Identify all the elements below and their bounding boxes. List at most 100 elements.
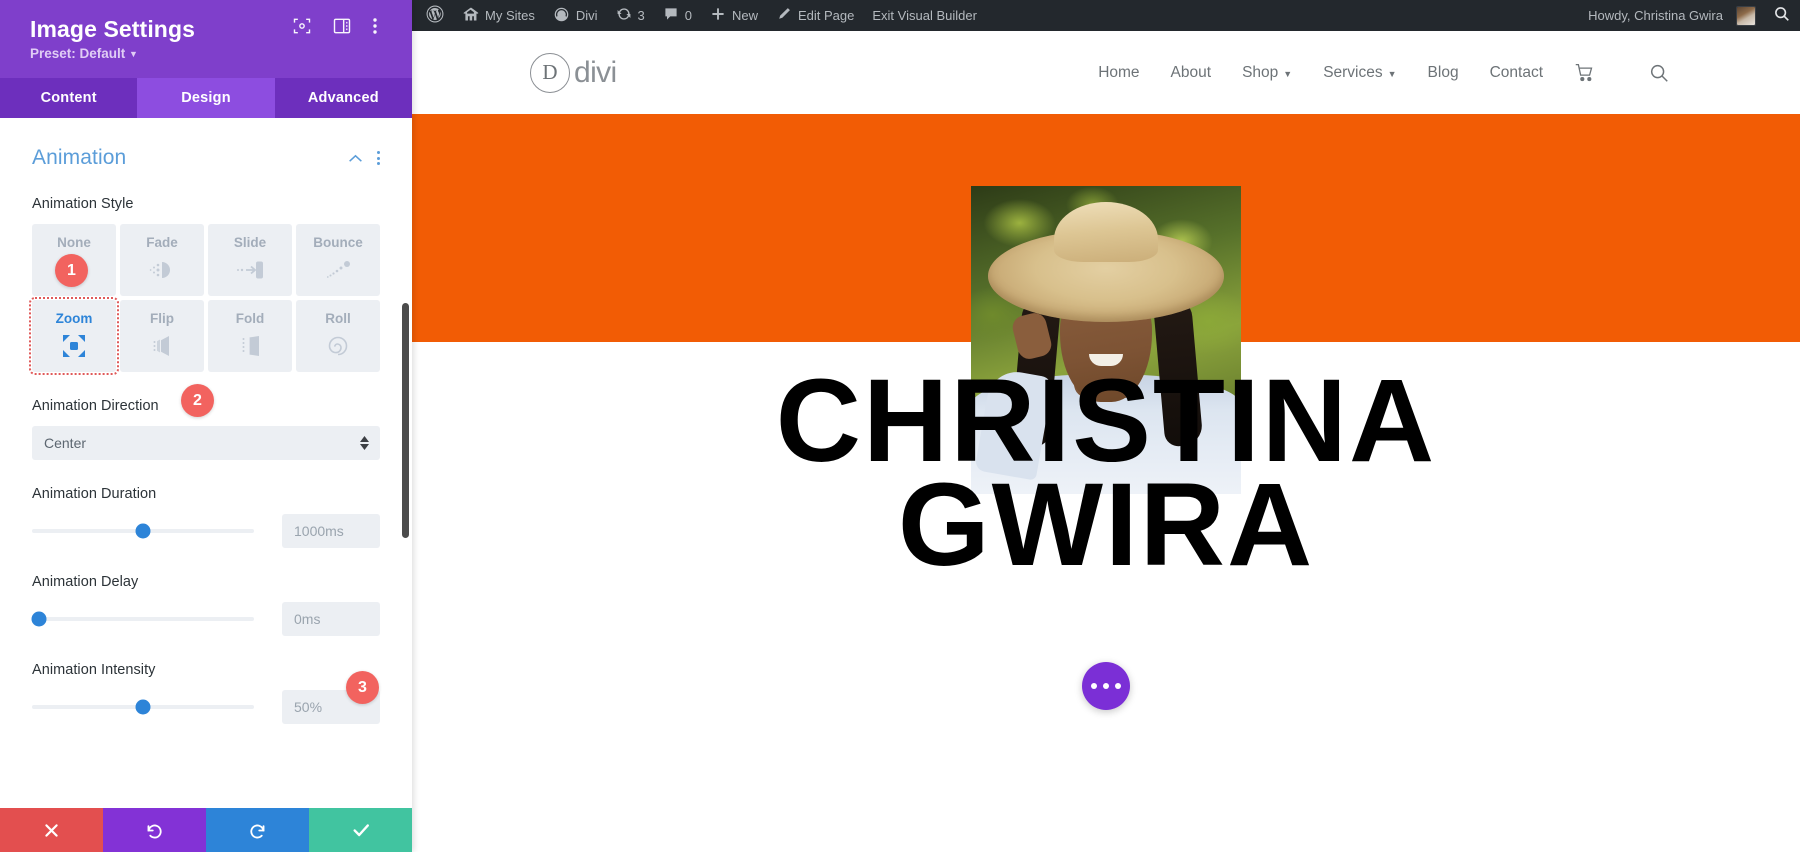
shopping-cart-icon[interactable] xyxy=(1574,62,1595,83)
animation-intensity-slider[interactable] xyxy=(32,699,254,715)
hero-title-block: CHRISTINA GWIRA xyxy=(412,342,1800,710)
image-settings-panel: Image Settings Preset: Default ▼ Content… xyxy=(0,0,412,852)
adminbar-exit-label: Exit Visual Builder xyxy=(872,8,977,23)
fold-icon xyxy=(236,331,264,361)
undo-button[interactable] xyxy=(103,808,206,852)
tab-design[interactable]: Design xyxy=(137,78,275,118)
panel-header: Image Settings Preset: Default ▼ xyxy=(0,0,412,78)
animation-style-grid: None Fade Slide Bounce Zoom Flip Fold Ro… xyxy=(29,224,380,375)
site-header: D divi Home About Shop ▼ Services ▼ Blog… xyxy=(412,31,1800,114)
comments-icon xyxy=(663,6,679,25)
sort-arrows-icon xyxy=(360,436,369,450)
animation-section-title: Animation xyxy=(32,146,127,169)
nav-item-home[interactable]: Home xyxy=(1098,64,1139,82)
panel-header-actions xyxy=(292,16,392,36)
nav-item-blog[interactable]: Blog xyxy=(1428,64,1459,82)
chevron-up-icon[interactable] xyxy=(348,154,363,163)
step-marker-3: 3 xyxy=(346,671,379,704)
module-actions-fab[interactable] xyxy=(1082,662,1130,710)
animation-option-bounce-label: Bounce xyxy=(313,235,363,250)
animation-option-zoom[interactable]: Zoom xyxy=(29,297,119,375)
search-icon xyxy=(1773,5,1791,26)
tab-content[interactable]: Content xyxy=(0,78,137,118)
nav-item-about-label: About xyxy=(1170,63,1212,81)
animation-option-fade[interactable]: Fade xyxy=(120,224,204,296)
animation-option-fold[interactable]: Fold xyxy=(208,300,292,372)
adminbar-updates[interactable]: 3 xyxy=(607,0,654,31)
animation-direction-value: Center xyxy=(44,435,87,451)
animation-duration-slider-knob[interactable] xyxy=(135,523,151,539)
step-marker-2: 2 xyxy=(181,384,214,417)
nav-item-services[interactable]: Services ▼ xyxy=(1323,64,1396,82)
panel-preset-label: Preset: Default xyxy=(30,46,126,61)
zoom-icon xyxy=(61,331,87,361)
adminbar-new[interactable]: New xyxy=(701,0,767,31)
plus-icon xyxy=(710,6,726,25)
tab-advanced[interactable]: Advanced xyxy=(275,78,412,118)
animation-intensity-label: Animation Intensity xyxy=(32,662,156,678)
animation-delay-input[interactable]: 0ms xyxy=(282,602,380,636)
redo-button[interactable] xyxy=(206,808,309,852)
animation-option-slide[interactable]: Slide xyxy=(208,224,292,296)
adminbar-comments-count: 0 xyxy=(684,8,692,23)
animation-direction-select[interactable]: Center xyxy=(32,426,380,460)
animation-option-none-label: None xyxy=(57,235,91,250)
more-vertical-icon[interactable] xyxy=(372,16,392,36)
animation-option-roll[interactable]: Roll xyxy=(296,300,380,372)
site-preview-canvas: D divi Home About Shop ▼ Services ▼ Blog… xyxy=(412,31,1800,852)
adminbar-wordpress-logo[interactable] xyxy=(412,0,453,31)
nav-item-about[interactable]: About xyxy=(1171,64,1212,82)
adminbar-howdy-label: Howdy, Christina Gwira xyxy=(1588,8,1723,23)
animation-option-flip[interactable]: Flip xyxy=(120,300,204,372)
adminbar-howdy[interactable]: Howdy, Christina Gwira xyxy=(1574,0,1764,31)
more-horizontal-icon-dot xyxy=(1103,683,1109,689)
adminbar-divi-label: Divi xyxy=(575,8,598,23)
adminbar-my-sites-label: My Sites xyxy=(485,8,535,23)
more-vertical-icon[interactable] xyxy=(377,151,380,165)
panel-footer-toolbar xyxy=(0,808,412,852)
logo-text: divi xyxy=(574,55,617,89)
bounce-icon xyxy=(323,255,353,285)
save-button[interactable] xyxy=(309,808,412,852)
close-icon xyxy=(43,822,60,839)
panel-scrollbar[interactable] xyxy=(402,303,409,538)
animation-option-slide-label: Slide xyxy=(233,235,267,250)
adminbar-exit-visual-builder[interactable]: Exit Visual Builder xyxy=(863,0,986,31)
animation-option-flip-label: Flip xyxy=(150,311,174,326)
adminbar-search-button[interactable] xyxy=(1764,0,1800,31)
animation-delay-slider-knob[interactable] xyxy=(31,611,47,627)
animation-intensity-slider-knob[interactable] xyxy=(135,699,151,715)
updates-icon xyxy=(616,6,632,25)
animation-duration-input[interactable]: 1000ms xyxy=(282,514,380,548)
panel-preset-selector[interactable]: Preset: Default ▼ xyxy=(30,46,390,61)
chevron-down-icon: ▼ xyxy=(129,49,138,59)
wp-admin-bar: My Sites Divi 3 0 New Edit Page Exit Vis… xyxy=(412,0,1800,31)
animation-section-actions xyxy=(348,151,380,165)
check-icon xyxy=(351,820,371,840)
site-logo[interactable]: D divi xyxy=(530,52,617,93)
slide-icon xyxy=(235,255,265,285)
nav-item-shop[interactable]: Shop ▼ xyxy=(1242,64,1292,82)
layout-columns-icon[interactable] xyxy=(332,16,352,36)
adminbar-my-sites[interactable]: My Sites xyxy=(453,0,544,31)
animation-section-header: Animation xyxy=(32,146,380,170)
step-marker-1: 1 xyxy=(55,254,88,287)
panel-tabs: Content Design Advanced xyxy=(0,78,412,118)
cancel-button[interactable] xyxy=(0,808,103,852)
adminbar-divi[interactable]: Divi xyxy=(544,0,607,31)
panel-scroll-content: Animation Animation Style None Fade Slid… xyxy=(0,118,412,760)
animation-delay-slider[interactable] xyxy=(31,611,254,627)
adminbar-comments[interactable]: 0 xyxy=(654,0,701,31)
focus-frame-icon[interactable] xyxy=(292,16,312,36)
adminbar-updates-count: 3 xyxy=(637,8,645,23)
animation-option-zoom-label: Zoom xyxy=(55,311,93,326)
animation-option-fade-label: Fade xyxy=(146,235,178,250)
nav-item-services-label: Services xyxy=(1323,63,1383,81)
adminbar-edit-page[interactable]: Edit Page xyxy=(767,0,863,31)
hero-title-line-2: GWIRA xyxy=(897,458,1315,591)
animation-duration-slider[interactable] xyxy=(32,523,254,539)
animation-option-bounce[interactable]: Bounce xyxy=(296,224,380,296)
animation-intensity-field: 50% xyxy=(32,690,380,724)
nav-item-contact[interactable]: Contact xyxy=(1490,64,1543,82)
site-search-icon[interactable] xyxy=(1648,62,1670,84)
